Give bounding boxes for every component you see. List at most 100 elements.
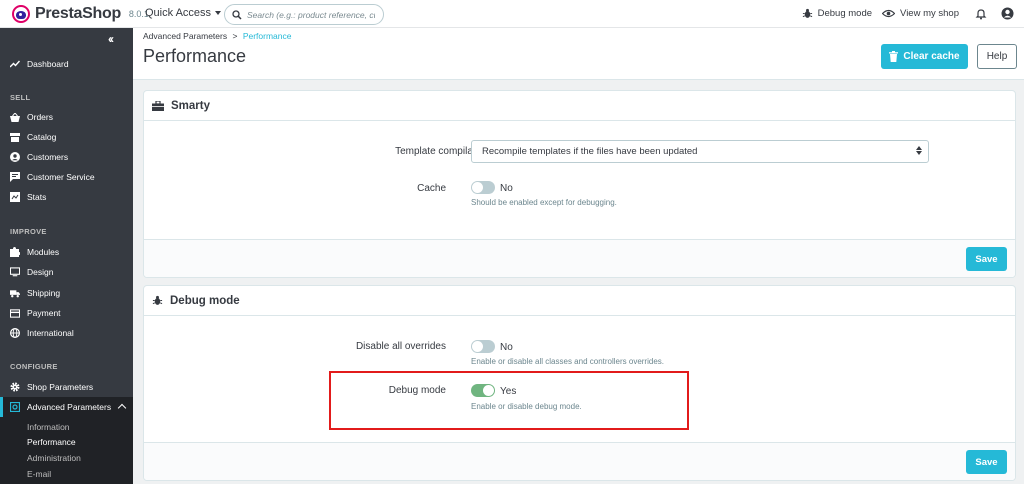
sidebar: ‹‹ Dashboard SELL Orders Catalog Custome… [0,28,133,484]
cache-label: Cache [417,183,446,194]
smarty-panel-heading: Smarty [144,91,1015,121]
view-my-shop-label: View my shop [900,8,959,19]
gear-icon [10,382,20,392]
template-compilation-select[interactable]: Recompile templates if the files have be… [471,140,929,163]
disable-overrides-label: Disable all overrides [355,341,446,352]
quick-access-label: Quick Access [145,7,212,19]
page-title: Performance [143,46,247,66]
sidebar-item-advanced-parameters[interactable]: Advanced Parameters [0,397,133,417]
sidebar-item-shipping[interactable]: Shipping [0,283,133,303]
top-header: PrestaShop 8.0.1 Quick Access Debug mode… [0,0,1024,28]
bell-icon[interactable] [975,8,987,20]
smarty-heading: Smarty [171,99,210,112]
sidebar-item-design[interactable]: Design [0,262,133,282]
disable-overrides-toggle[interactable] [471,340,495,353]
user-account-icon[interactable] [1001,7,1014,20]
highlight-box [329,371,689,430]
sidebar-item-modules[interactable]: Modules [0,242,133,262]
collapse-sidebar-icon[interactable]: ‹‹ [108,32,114,46]
briefcase-icon [152,100,164,111]
sidebar-item-label: Customers [27,152,69,162]
select-arrows-icon [916,146,922,155]
sidebar-item-label: Catalog [27,132,57,142]
breadcrumb-current: Performance [242,31,292,41]
debug-panel-footer: Save [144,442,1015,480]
subitem-email[interactable]: E-mail [27,469,51,479]
section-sell: SELL [10,93,31,102]
debug-save-button[interactable]: Save [966,450,1007,474]
globe-icon [10,328,20,338]
sidebar-item-label: Dashboard [27,59,69,69]
sidebar-item-label: Orders [27,112,53,122]
chart-icon [10,192,20,202]
debug-heading: Debug mode [170,294,240,307]
smarty-panel: Smarty Template compilation Recompile te… [143,90,1016,278]
template-compilation-value: Recompile templates if the files have be… [482,146,698,157]
store-icon [10,132,20,142]
caret-down-icon [215,11,222,15]
sidebar-item-label: Modules [27,247,60,257]
breadcrumb-separator: > [232,31,238,41]
section-improve: IMPROVE [10,227,47,236]
chat-icon [10,172,20,182]
breadcrumb: Advanced Parameters > Performance [143,31,292,41]
help-button[interactable]: Help [977,44,1017,69]
chevron-up-icon [117,403,127,413]
smarty-panel-footer: Save [144,239,1015,277]
basket-icon [10,112,20,122]
debug-mode-link[interactable]: Debug mode [802,8,872,19]
sidebar-item-shop-parameters[interactable]: Shop Parameters [0,377,133,397]
eye-icon [882,9,896,18]
subitem-information[interactable]: Information [27,422,70,432]
sidebar-item-label: International [27,328,74,338]
trending-up-icon [10,59,20,69]
cache-toggle-value: No [500,183,513,194]
sidebar-item-customers[interactable]: Customers [0,147,133,167]
sidebar-item-international[interactable]: International [0,323,133,343]
credit-card-icon [10,308,20,318]
account-circle-icon [10,152,20,162]
sidebar-item-customer-service[interactable]: Customer Service [0,167,133,187]
section-configure: CONFIGURE [10,362,58,371]
sidebar-item-dashboard[interactable]: Dashboard [0,54,133,74]
template-compilation-label: Template compilation [395,146,489,157]
sidebar-item-label: Stats [27,192,47,202]
search-icon [232,9,242,20]
clear-cache-button[interactable]: Clear cache [881,44,968,69]
bug-icon [802,8,812,18]
smarty-save-button[interactable]: Save [966,247,1007,271]
quick-access-dropdown[interactable]: Quick Access [145,7,222,19]
sidebar-item-payment[interactable]: Payment [0,303,133,323]
sidebar-item-label: Customer Service [27,172,95,182]
sidebar-item-label: Advanced Parameters [27,402,112,412]
sidebar-item-stats[interactable]: Stats [0,187,133,207]
trash-icon [889,51,899,62]
page-header: Advanced Parameters > Performance Perfor… [133,28,1024,80]
disable-overrides-value: No [500,342,513,353]
sidebar-item-catalog[interactable]: Catalog [0,127,133,147]
debug-mode-label: Debug mode [817,8,873,19]
settings-applications-icon [10,402,20,412]
truck-icon [10,288,20,298]
cache-toggle[interactable] [471,181,495,194]
search-box[interactable] [224,4,384,25]
header-actions: Debug mode View my shop [802,7,1014,20]
disable-overrides-help: Enable or disable all classes and contro… [471,357,664,366]
clear-cache-label: Clear cache [903,51,960,62]
sidebar-item-label: Shipping [27,288,61,298]
view-my-shop-link[interactable]: View my shop [882,8,959,19]
subitem-performance[interactable]: Performance [27,437,76,447]
prestashop-logo[interactable]: PrestaShop 8.0.1 [12,4,149,24]
logo-text: PrestaShop [35,5,121,22]
sidebar-item-label: Shop Parameters [27,382,94,392]
search-input[interactable] [247,9,375,20]
monitor-icon [10,267,20,277]
breadcrumb-parent[interactable]: Advanced Parameters [143,31,227,41]
debug-panel-heading: Debug mode [144,286,1015,316]
sidebar-item-orders[interactable]: Orders [0,107,133,127]
puffin-logo-icon [12,5,30,23]
subitem-administration[interactable]: Administration [27,453,81,463]
puzzle-icon [10,247,20,257]
cache-help-text: Should be enabled except for debugging. [471,198,617,207]
sidebar-item-label: Design [27,267,54,277]
